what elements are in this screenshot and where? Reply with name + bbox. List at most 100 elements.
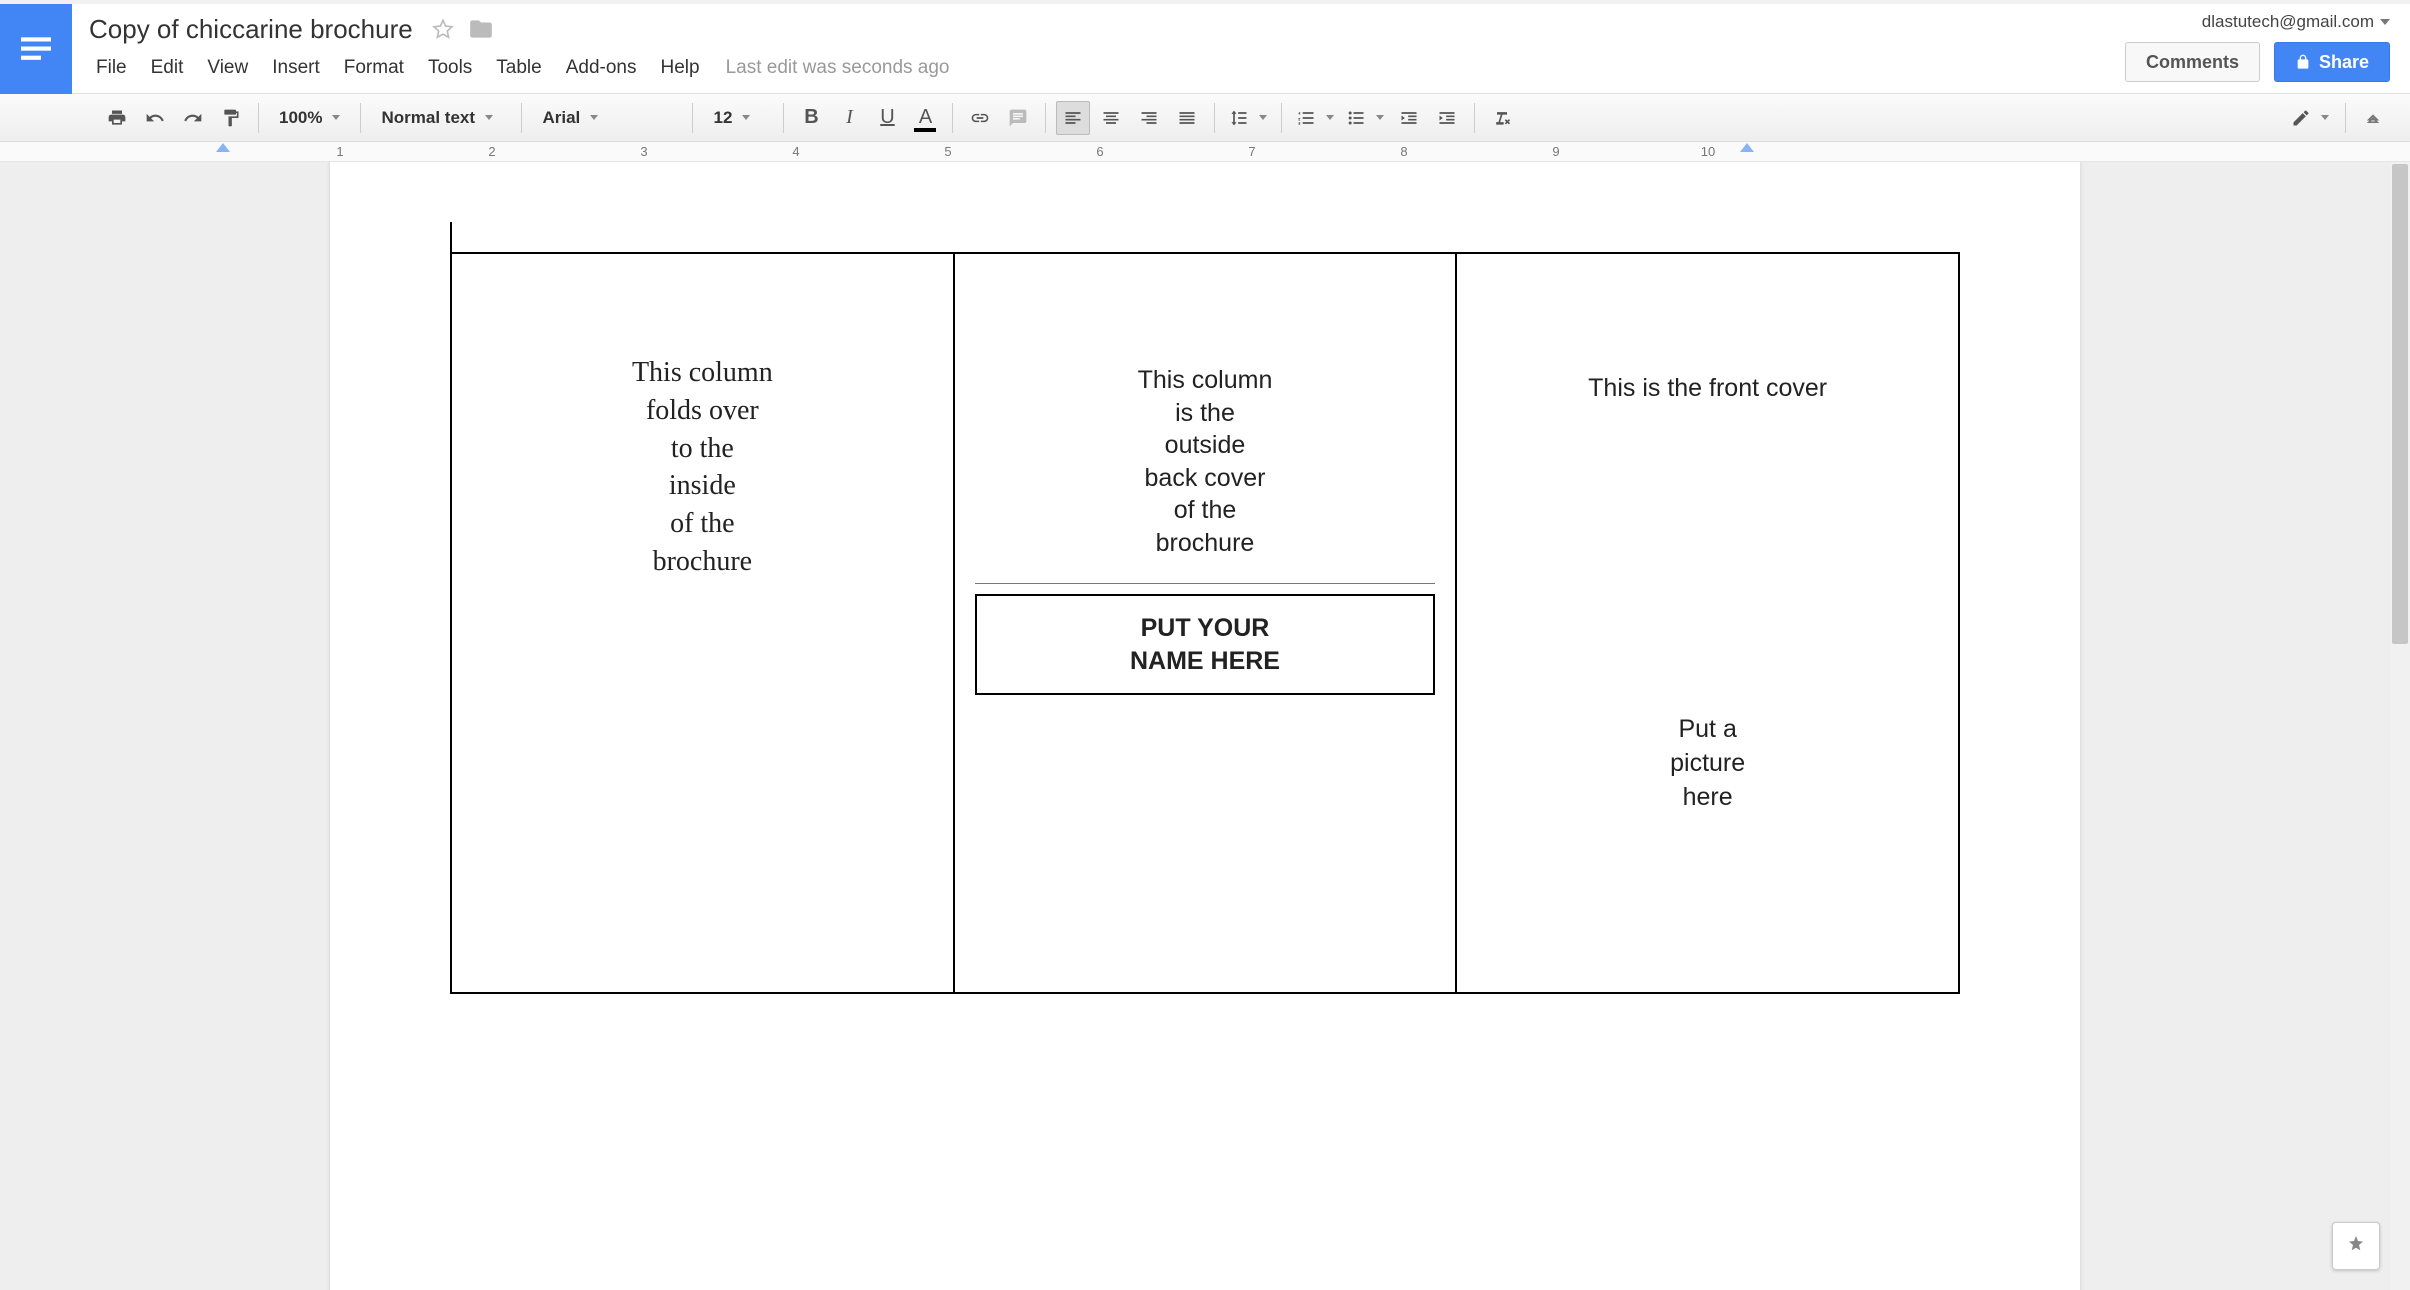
caret-down-icon	[590, 115, 598, 120]
undo-button[interactable]	[138, 101, 172, 135]
insert-link-button[interactable]	[963, 101, 997, 135]
toolbar-separator	[2345, 103, 2346, 133]
paint-format-button[interactable]	[214, 101, 248, 135]
last-edit-text[interactable]: Last edit was seconds ago	[712, 57, 950, 79]
col2-line: is the	[1175, 399, 1235, 427]
toolbar-right	[2285, 101, 2390, 135]
table-cell-col1[interactable]: This column folds over to the inside of …	[451, 253, 954, 993]
page[interactable]: This column folds over to the inside of …	[330, 162, 2080, 1290]
font-dropdown[interactable]: Arial	[532, 101, 682, 135]
clear-formatting-button[interactable]	[1485, 101, 1519, 135]
toolbar-separator	[1214, 103, 1215, 133]
decrease-indent-button[interactable]	[1392, 101, 1426, 135]
scrollbar-thumb[interactable]	[2392, 164, 2408, 644]
caret-down-icon	[2321, 115, 2329, 120]
share-label: Share	[2319, 52, 2369, 73]
star-icon[interactable]	[432, 18, 454, 40]
menu-insert[interactable]: Insert	[260, 51, 332, 85]
align-center-button[interactable]	[1094, 101, 1128, 135]
left-indent-marker[interactable]	[216, 143, 230, 152]
insert-comment-button[interactable]	[1001, 101, 1035, 135]
font-size-dropdown[interactable]: 12	[703, 101, 773, 135]
align-right-button[interactable]	[1132, 101, 1166, 135]
increase-indent-button[interactable]	[1430, 101, 1464, 135]
table-cell-col2[interactable]: This column is the outside back cover of…	[954, 253, 1457, 993]
horizontal-ruler[interactable]: 1 2 3 4 5 6 7 8 9 10	[0, 142, 2410, 162]
menu-view[interactable]: View	[195, 51, 260, 85]
ruler-tick: 1	[336, 144, 343, 159]
col2-line: This column	[1138, 366, 1273, 394]
col1-line: to the	[671, 433, 734, 464]
align-left-button[interactable]	[1056, 101, 1090, 135]
editing-mode-dropdown[interactable]	[2285, 101, 2335, 135]
folder-move-icon[interactable]	[468, 16, 494, 42]
document-title[interactable]: Copy of chiccarine brochure	[84, 11, 418, 48]
numbered-list-dropdown[interactable]	[1292, 101, 1338, 135]
caret-down-icon	[485, 115, 493, 120]
menu-file[interactable]: File	[84, 51, 139, 85]
lock-icon	[2295, 54, 2311, 70]
menu-addons[interactable]: Add-ons	[554, 51, 649, 85]
right-indent-marker[interactable]	[1740, 143, 1754, 152]
menu-bar: File Edit View Insert Format Tools Table…	[84, 48, 2115, 88]
name-placeholder-box[interactable]: PUT YOUR NAME HERE	[975, 594, 1436, 695]
brochure-table[interactable]: This column folds over to the inside of …	[450, 252, 1960, 994]
bold-button[interactable]: B	[794, 101, 828, 135]
line-spacing-dropdown[interactable]	[1225, 101, 1271, 135]
comments-button[interactable]: Comments	[2125, 42, 2260, 82]
menu-help[interactable]: Help	[649, 51, 712, 85]
title-row: Copy of chiccarine brochure	[84, 10, 2115, 48]
document-canvas[interactable]: This column folds over to the inside of …	[0, 162, 2410, 1290]
caret-down-icon	[1326, 115, 1334, 120]
text-color-button[interactable]: A	[908, 101, 942, 135]
collapse-toolbar-button[interactable]	[2356, 101, 2390, 135]
paragraph-style-dropdown[interactable]: Normal text	[371, 101, 511, 135]
front-cover-text: This is the front cover	[1477, 284, 1938, 403]
table-row: This column folds over to the inside of …	[451, 253, 1959, 993]
share-button[interactable]: Share	[2274, 42, 2390, 82]
horizontal-rule	[975, 583, 1436, 584]
col2-line: back cover	[1145, 464, 1266, 492]
picture-line: here	[1683, 783, 1733, 811]
col1-line: folds over	[646, 395, 759, 426]
user-email-text: dlastutech@gmail.com	[2202, 12, 2374, 32]
menu-format[interactable]: Format	[332, 51, 416, 85]
col1-text-block[interactable]: This column folds over to the inside of …	[472, 284, 933, 581]
header-buttons: Comments Share	[2125, 42, 2390, 82]
style-value: Normal text	[381, 108, 475, 128]
pencil-icon	[2291, 108, 2311, 128]
ruler-tick: 7	[1248, 144, 1255, 159]
table-cell-col3[interactable]: This is the front cover Put a picture he…	[1456, 253, 1959, 993]
bulleted-list-dropdown[interactable]	[1342, 101, 1388, 135]
menu-table[interactable]: Table	[484, 51, 553, 85]
explore-icon	[2344, 1234, 2368, 1258]
redo-button[interactable]	[176, 101, 210, 135]
picture-line: Put a	[1678, 715, 1736, 743]
zoom-dropdown[interactable]: 100%	[269, 101, 350, 135]
italic-button[interactable]: I	[832, 101, 866, 135]
col3-text-block[interactable]: This is the front cover Put a picture he…	[1477, 284, 1938, 814]
menu-edit[interactable]: Edit	[139, 51, 196, 85]
explore-button[interactable]	[2332, 1222, 2380, 1270]
zoom-value: 100%	[279, 108, 322, 128]
vertical-scrollbar[interactable]	[2390, 162, 2410, 1290]
print-button[interactable]	[100, 101, 134, 135]
picture-placeholder-text: Put a picture here	[1477, 403, 1938, 814]
header-center: Copy of chiccarine brochure File Edit Vi…	[72, 4, 2125, 88]
toolbar-separator	[1474, 103, 1475, 133]
font-value: Arial	[542, 108, 580, 128]
name-box-line: PUT YOUR	[1141, 614, 1270, 642]
underline-button[interactable]: U	[870, 101, 904, 135]
menu-tools[interactable]: Tools	[416, 51, 484, 85]
toolbar-separator	[783, 103, 784, 133]
ruler-tick: 6	[1096, 144, 1103, 159]
toolbar-separator	[952, 103, 953, 133]
app-docs-icon[interactable]	[0, 4, 72, 94]
toolbar: 100% Normal text Arial 12 B I U A	[0, 94, 2410, 142]
col2-text-block[interactable]: This column is the outside back cover of…	[975, 284, 1436, 695]
align-justify-button[interactable]	[1170, 101, 1204, 135]
header-bar: Copy of chiccarine brochure File Edit Vi…	[0, 4, 2410, 94]
col2-line: outside	[1165, 431, 1246, 459]
col1-line: of the	[670, 508, 735, 539]
account-menu[interactable]: dlastutech@gmail.com	[2202, 12, 2390, 32]
